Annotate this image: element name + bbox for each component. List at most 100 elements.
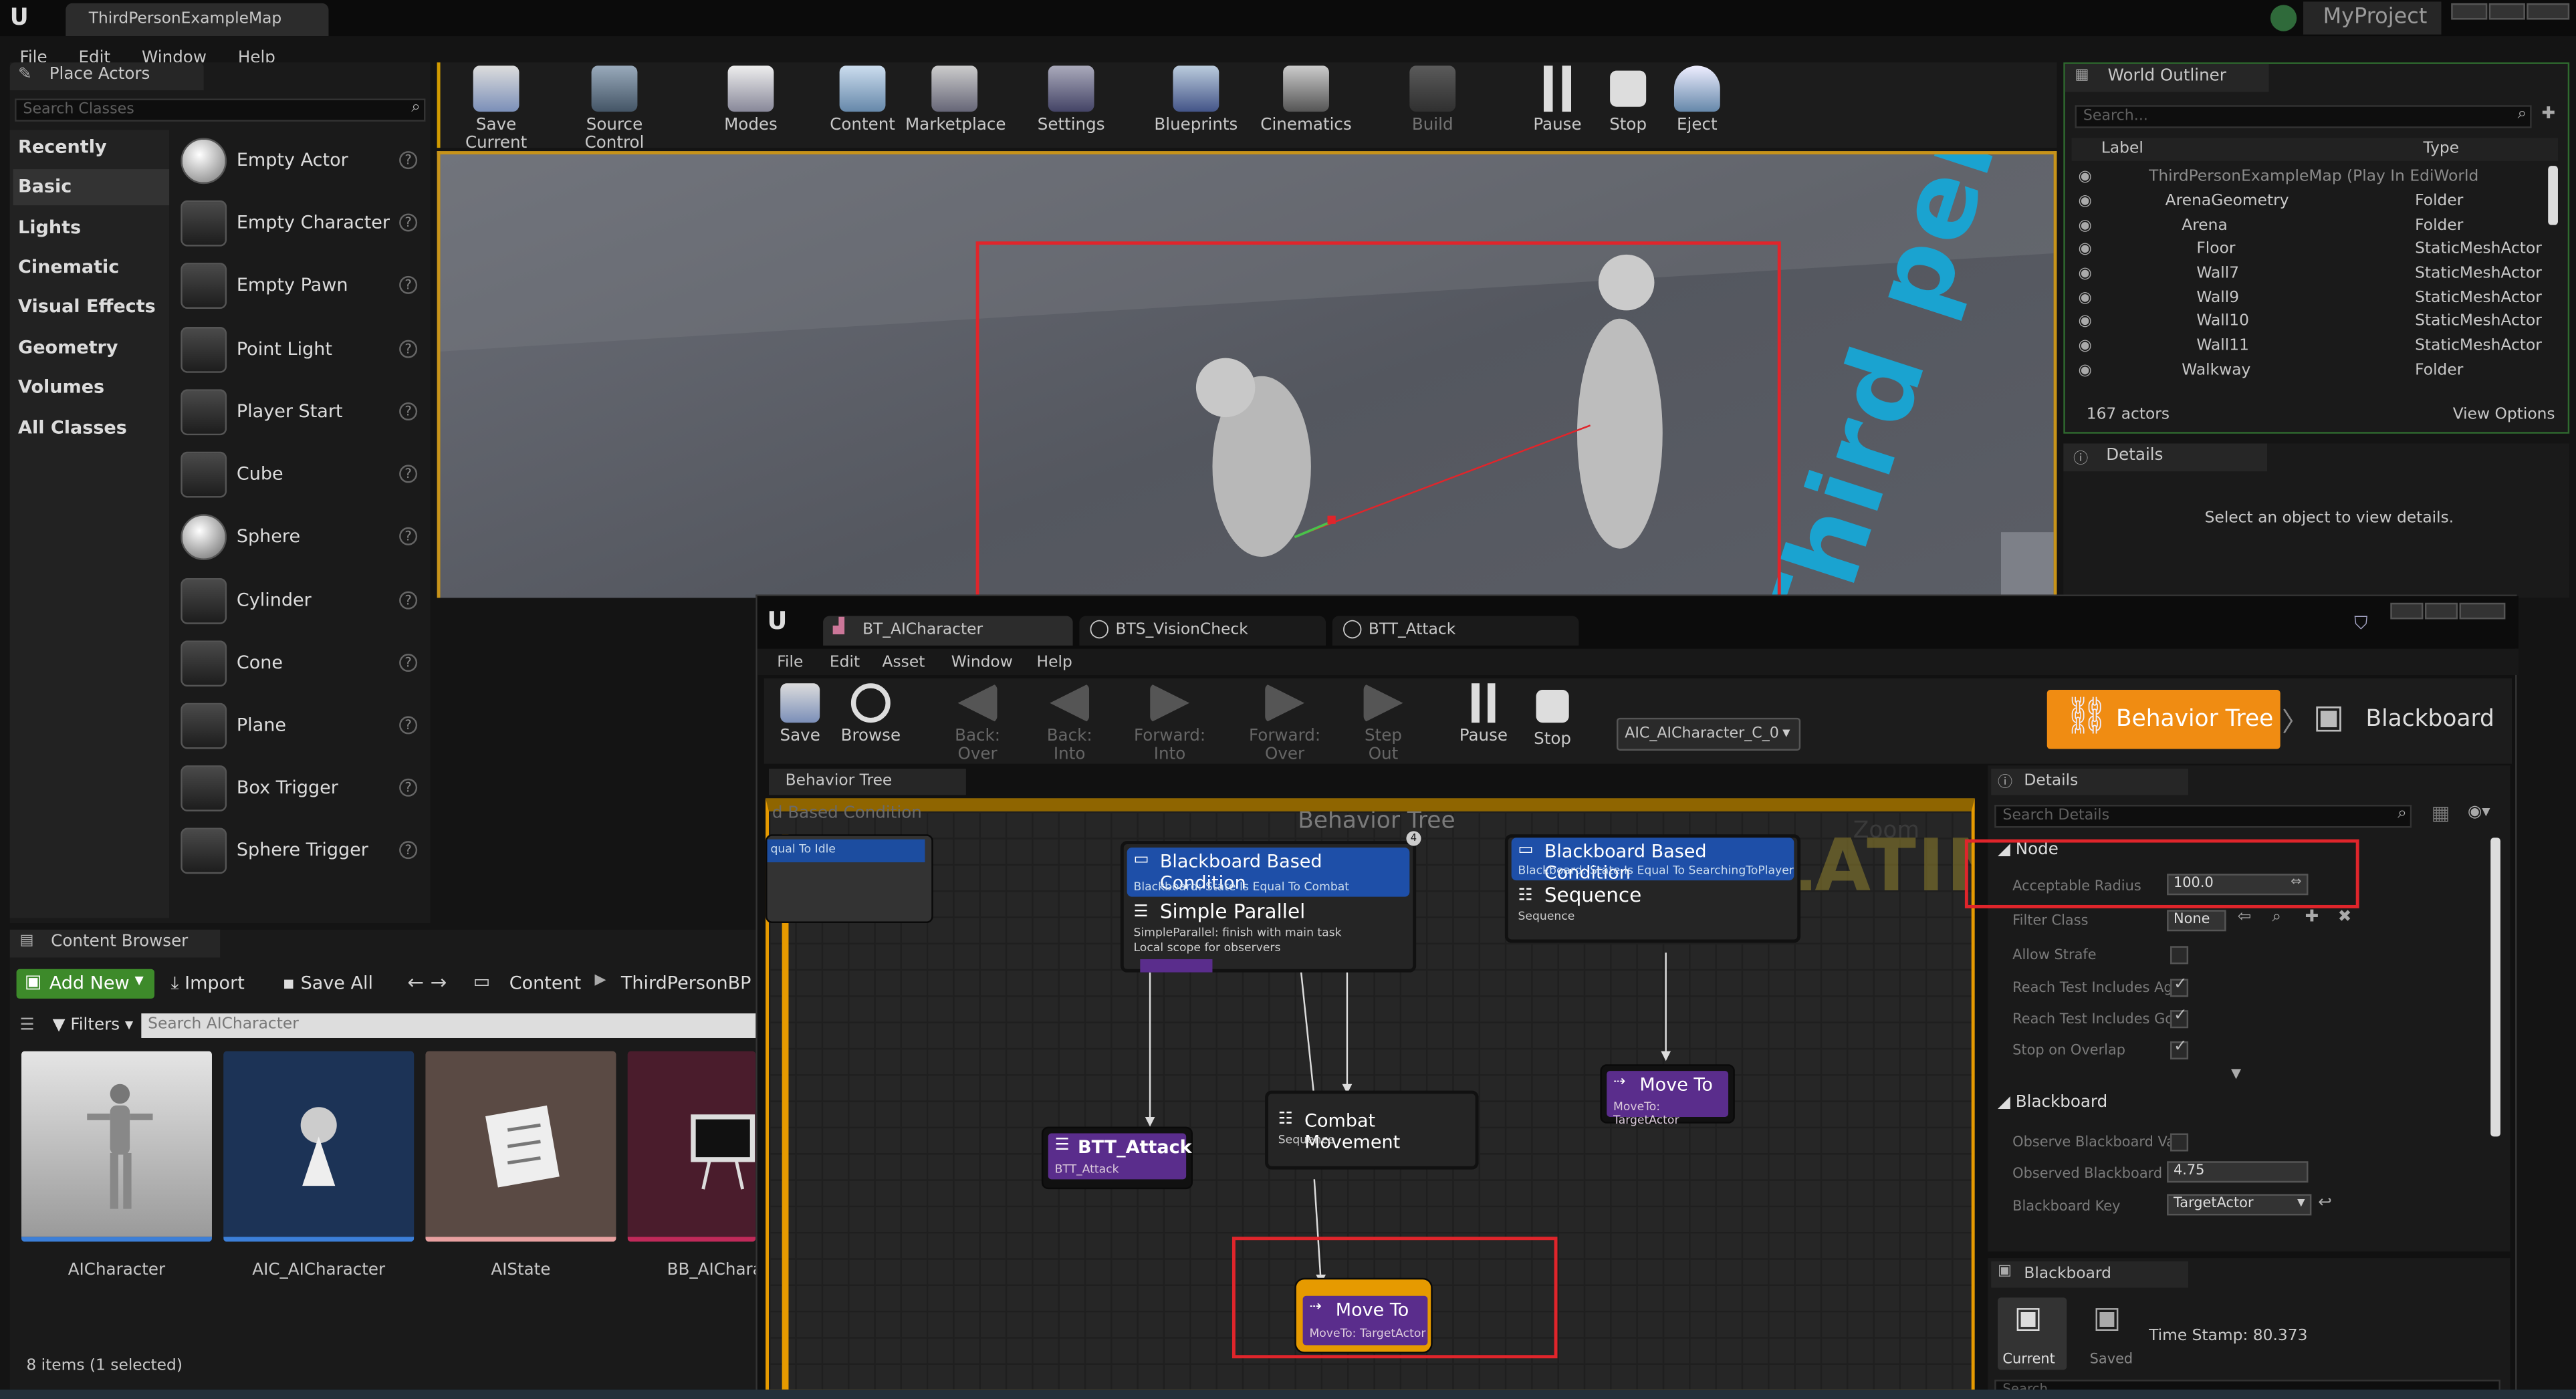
place-item-cylinder[interactable]: Cylinder?: [174, 571, 424, 634]
grid-view-icon[interactable]: ▦: [2432, 801, 2450, 824]
visibility-eye-icon[interactable]: ◉: [2078, 312, 2091, 330]
bt-node-simple-parallel[interactable]: ▭ Blackboard Based Condition Blackboard:…: [1120, 841, 1417, 973]
outliner-row[interactable]: ◉ ArenaGeometry Folder: [2073, 193, 2550, 215]
place-item-plane[interactable]: Plane?: [174, 696, 424, 759]
sources-toggle-icon[interactable]: ☰: [19, 1017, 34, 1035]
content-browser-tab[interactable]: ▤ Content Browser: [9, 929, 221, 958]
filter-class-dropdown[interactable]: None: [2167, 910, 2226, 932]
allow-strafe-checkbox[interactable]: [2170, 946, 2189, 965]
view-options-button[interactable]: View Options: [2453, 406, 2555, 424]
outliner-row[interactable]: ◉ Wall10 StaticMeshActor: [2073, 312, 2550, 335]
details-scrollbar[interactable]: [2490, 838, 2500, 1137]
bt-decorator-combat[interactable]: ▭ Blackboard Based Condition Blackboard:…: [1127, 847, 1410, 897]
bt-decorator-searching[interactable]: ▭ Blackboard Based Condition Blackboard:…: [1511, 838, 1794, 884]
bt-node-sequence-search[interactable]: ▭ Blackboard Based Condition Blackboard:…: [1504, 834, 1801, 943]
arrow-left-icon[interactable]: ⇦: [2238, 908, 2252, 926]
stop-button[interactable]: Stop: [1600, 62, 1656, 144]
bt-menu-edit[interactable]: Edit: [830, 654, 860, 672]
marketplace-button[interactable]: Marketplace: [905, 62, 1006, 144]
back-over-button[interactable]: Back: Over: [933, 680, 1022, 764]
level-tab[interactable]: ThirdPersonExampleMap: [66, 3, 329, 37]
source-control-icon[interactable]: [2270, 5, 2297, 31]
category-geometry[interactable]: Geometry: [13, 330, 169, 366]
visibility-eye-icon[interactable]: ◉: [2078, 217, 2091, 235]
parallel-main-pin[interactable]: [1140, 959, 1213, 973]
bt-graph-tab[interactable]: Behavior Tree: [769, 769, 966, 795]
help-icon[interactable]: ?: [399, 340, 418, 358]
bt-menu-asset[interactable]: Asset: [883, 654, 925, 672]
place-item-sphere-trigger[interactable]: Sphere Trigger?: [174, 821, 424, 884]
modes-button[interactable]: Modes: [710, 62, 792, 144]
class-search-input[interactable]: Search Classes ⌕: [15, 98, 426, 122]
outliner-row[interactable]: ◉ Wall11 StaticMeshActor: [2073, 337, 2550, 360]
details-tab[interactable]: ⓘ Details: [2063, 443, 2268, 472]
help-icon[interactable]: ?: [399, 591, 418, 610]
path-thirdpersonbp[interactable]: ThirdPersonBP: [621, 973, 751, 994]
visibility-eye-icon[interactable]: ◉: [2078, 168, 2091, 186]
blackboard-section-header[interactable]: ◢ Blackboard: [1998, 1094, 2107, 1112]
help-icon[interactable]: ?: [399, 275, 418, 294]
pin-icon[interactable]: ✚: [2541, 105, 2555, 123]
filters-button[interactable]: ▼ Filters ▾: [53, 1017, 134, 1035]
bt-details-tab[interactable]: ⓘ Details: [1991, 769, 2189, 795]
source-control-button[interactable]: Source Control: [556, 62, 674, 153]
bt-pause-button[interactable]: Pause: [1455, 680, 1512, 762]
outliner-row[interactable]: ◉ Wall9 StaticMeshActor: [2073, 289, 2550, 311]
bt-maximize-button[interactable]: [2424, 602, 2458, 620]
visibility-eye-icon[interactable]: ◉: [2078, 193, 2091, 211]
category-cinematic[interactable]: Cinematic: [13, 250, 169, 286]
help-icon[interactable]: ?: [399, 778, 418, 797]
content-button[interactable]: Content: [826, 62, 899, 144]
minimize-button[interactable]: [2451, 3, 2488, 20]
category-lights[interactable]: Lights: [13, 211, 169, 247]
observed-tolerance-input[interactable]: 4.75: [2167, 1161, 2309, 1183]
clear-icon[interactable]: ✖: [2338, 908, 2352, 926]
place-item-empty-pawn[interactable]: Empty Pawn?: [174, 256, 424, 318]
place-item-player-start[interactable]: Player Start?: [174, 383, 424, 445]
pause-button[interactable]: Pause: [1528, 62, 1587, 144]
bt-node-move-to-right[interactable]: ⇢ Move To MoveTo: TargetActor: [1600, 1064, 1735, 1127]
help-icon[interactable]: ?: [399, 151, 418, 170]
bt-node-partial-condition[interactable]: qual To Idle: [766, 834, 933, 923]
outliner-col-label[interactable]: Label: [2101, 140, 2143, 158]
eye-icon[interactable]: ◉▾: [2468, 803, 2490, 821]
asset-search-input[interactable]: Search AICharacter: [141, 1013, 759, 1038]
save-current-button[interactable]: Save Current: [447, 62, 545, 153]
path-content[interactable]: Content: [509, 973, 582, 994]
help-icon[interactable]: ?: [399, 527, 418, 545]
bb-key-dropdown[interactable]: TargetActor ▼: [2167, 1194, 2312, 1216]
saved-button[interactable]: ▣ Saved: [2077, 1297, 2145, 1370]
visibility-eye-icon[interactable]: ◉: [2078, 265, 2091, 283]
bt-save-button[interactable]: Save: [772, 680, 828, 762]
add-new-button[interactable]: ▣ Add New ▼: [16, 969, 154, 999]
place-item-empty-actor[interactable]: Empty Actor?: [174, 132, 424, 194]
observe-bb-checkbox[interactable]: [2170, 1133, 2189, 1152]
back-into-button[interactable]: Back: Into: [1028, 680, 1110, 764]
asset-tile-aic-aicharacter[interactable]: [223, 1051, 415, 1242]
help-icon[interactable]: ?: [399, 653, 418, 672]
build-button[interactable]: Build: [1397, 62, 1469, 144]
import-button[interactable]: ⤓ Import: [171, 973, 245, 995]
visibility-eye-icon[interactable]: ◉: [2078, 362, 2091, 380]
reset-arrow-icon[interactable]: ↩: [2318, 1194, 2332, 1212]
help-icon[interactable]: ?: [399, 213, 418, 232]
world-outliner-tab[interactable]: ▦ World Outliner: [2065, 63, 2269, 92]
outliner-search-input[interactable]: Search... ⌕: [2075, 105, 2532, 128]
place-item-cube[interactable]: Cube?: [174, 445, 424, 507]
unreal-logo-icon[interactable]: U: [768, 606, 788, 636]
add-icon[interactable]: ✚: [2305, 908, 2319, 926]
forward-into-button[interactable]: Forward: Into: [1121, 680, 1219, 764]
blackboard-tab[interactable]: ▣ Blackboard: [1991, 1261, 2189, 1288]
asset-tile-bb-aicharacter[interactable]: [627, 1051, 756, 1242]
asset-tile-aicharacter[interactable]: [21, 1051, 212, 1242]
place-item-sphere[interactable]: Sphere?: [174, 507, 424, 569]
blueprints-button[interactable]: Blueprints: [1150, 62, 1242, 144]
help-icon[interactable]: ?: [399, 841, 418, 860]
visibility-eye-icon[interactable]: ◉: [2078, 337, 2091, 355]
category-all-classes[interactable]: All Classes: [13, 410, 169, 447]
visibility-eye-icon[interactable]: ◉: [2078, 240, 2091, 258]
bt-minimize-button[interactable]: [2390, 602, 2424, 620]
bt-browse-button[interactable]: Browse: [838, 680, 903, 762]
bt-tab-btt-attack[interactable]: ◯ BTT_Attack: [1332, 616, 1579, 646]
place-item-point-light[interactable]: Point Light?: [174, 320, 424, 382]
